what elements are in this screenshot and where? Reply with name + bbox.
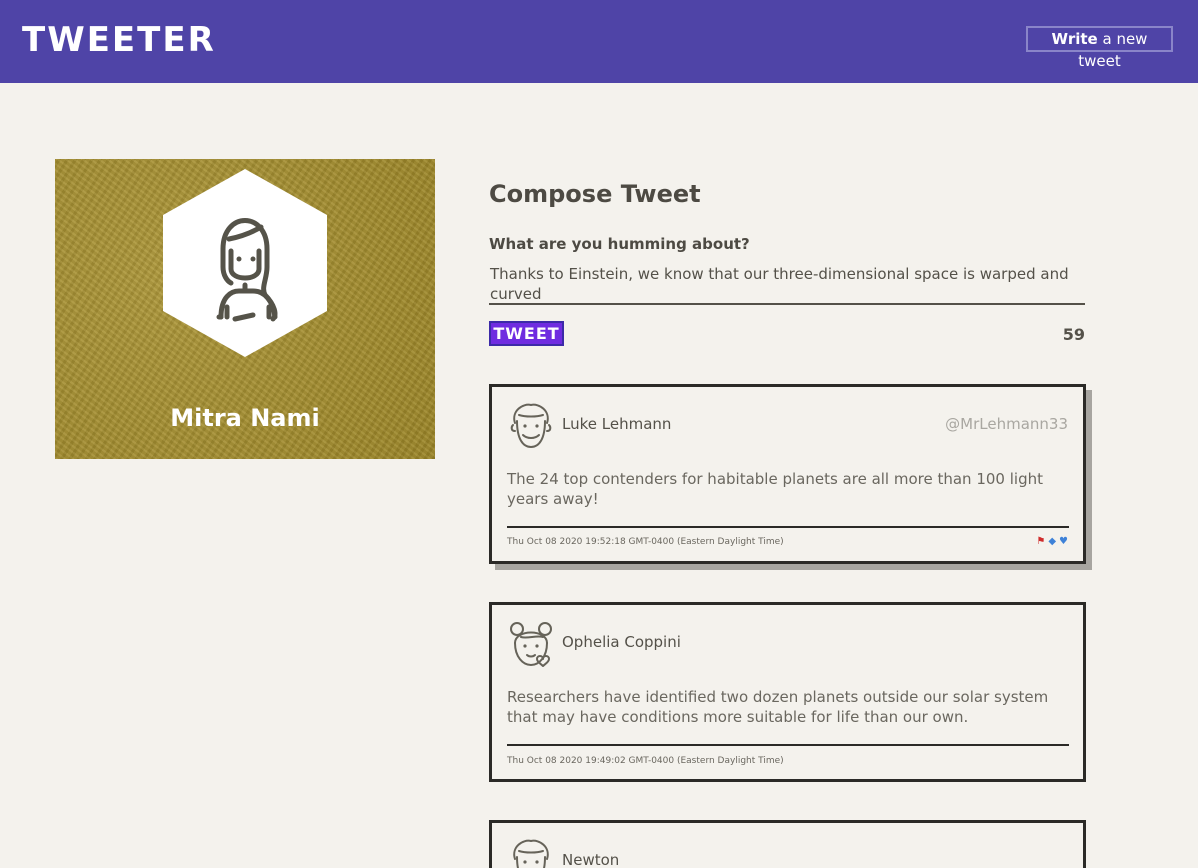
tweet-divider bbox=[507, 526, 1069, 528]
tweet-textarea[interactable]: Thanks to Einstein, we know that our thr… bbox=[489, 262, 1085, 305]
man-avatar-icon bbox=[510, 403, 552, 448]
tweet-timestamp: Thu Oct 08 2020 19:52:18 GMT-0400 (Easte… bbox=[507, 537, 784, 547]
write-new-tweet-button[interactable]: Write a new tweet bbox=[1026, 26, 1173, 70]
retweet-icon[interactable]: ◆ bbox=[1048, 536, 1056, 547]
brand-logo[interactable]: TWEETER bbox=[22, 20, 216, 60]
write-button-strong: Write bbox=[1051, 30, 1098, 48]
compose-label: What are you humming about? bbox=[489, 235, 750, 253]
tweet-card: Luke Lehmann @MrLehmann33 The 24 top con… bbox=[489, 384, 1086, 564]
top-nav: TWEETER Write a new tweet bbox=[0, 0, 1198, 83]
tweet-button[interactable]: TWEET bbox=[489, 321, 564, 346]
tweet-author-handle[interactable]: @MrLehmann33 bbox=[945, 415, 1068, 433]
woman-avatar-icon bbox=[163, 169, 327, 357]
girl-avatar-icon bbox=[510, 622, 552, 667]
profile-name: Mitra Nami bbox=[170, 404, 320, 432]
tweet-divider bbox=[507, 744, 1069, 746]
tweet-card: Ophelia Coppini Researchers have identif… bbox=[489, 602, 1086, 782]
profile-card: Mitra Nami bbox=[55, 159, 435, 459]
tweet-author-name: Newton bbox=[562, 851, 620, 868]
tweet-card: Newton bbox=[489, 820, 1086, 868]
tweet-timestamp: Thu Oct 08 2020 19:49:02 GMT-0400 (Easte… bbox=[507, 756, 784, 766]
tweet-text: The 24 top contenders for habitable plan… bbox=[507, 470, 1043, 508]
tweet-author-name: Ophelia Coppini bbox=[562, 633, 681, 651]
flag-icon[interactable]: ⚑ bbox=[1036, 536, 1045, 547]
char-counter: 59 bbox=[1062, 325, 1085, 344]
compose-title: Compose Tweet bbox=[489, 180, 701, 208]
heart-icon[interactable]: ♥ bbox=[1059, 536, 1068, 547]
man-avatar-icon bbox=[513, 839, 549, 868]
tweet-author-name: Luke Lehmann bbox=[562, 415, 672, 433]
tweet-text: Researchers have identified two dozen pl… bbox=[507, 688, 1049, 726]
tweet-actions: ⚑ ◆ ♥ bbox=[1036, 536, 1068, 547]
